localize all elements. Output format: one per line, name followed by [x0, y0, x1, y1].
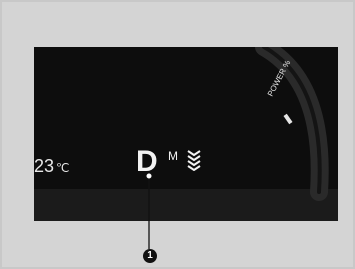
- power-meter-needle: [283, 113, 293, 125]
- power-meter: POWER %: [255, 47, 329, 201]
- downshift-chevrons-icon: [187, 150, 201, 171]
- chevron-down-icon: [187, 155, 201, 162]
- temperature-value: 23: [34, 156, 55, 176]
- chevron-down-icon: [187, 165, 201, 171]
- gear-indicator: D: [136, 145, 158, 178]
- callout-number: 1: [143, 249, 157, 263]
- chevron-down-icon: [187, 160, 201, 167]
- figure-frame: POWER % 23 ℃ D M: [0, 0, 355, 269]
- temperature-readout: 23 ℃: [34, 157, 70, 175]
- chevron-down-icon: [187, 150, 201, 157]
- temperature-unit: ℃: [56, 161, 70, 175]
- instrument-display: POWER % 23 ℃ D M: [34, 47, 338, 221]
- gear-mode-indicator: M: [168, 149, 178, 163]
